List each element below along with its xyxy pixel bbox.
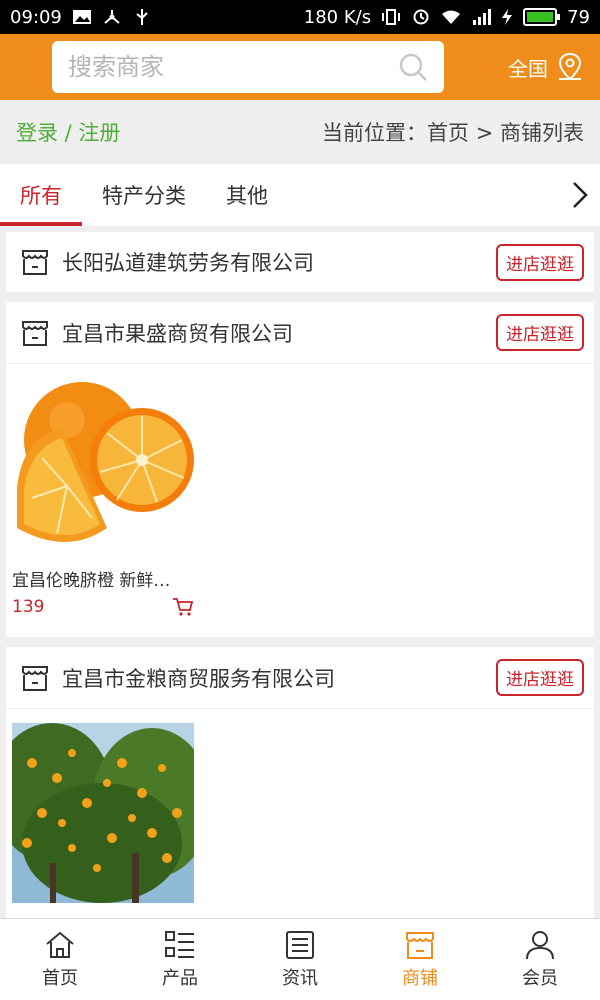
store-header: 宜昌市果盛商贸有限公司 进店逛逛 bbox=[6, 302, 594, 364]
news-icon bbox=[286, 930, 314, 959]
chevron-right-icon bbox=[573, 182, 588, 208]
visit-store-button[interactable]: 进店逛逛 bbox=[496, 659, 584, 696]
store-icon bbox=[406, 931, 434, 959]
search-box[interactable] bbox=[52, 41, 444, 93]
store-header: 长阳弘道建筑劳务有限公司 进店逛逛 bbox=[6, 232, 594, 292]
nav-products-label: 产品 bbox=[162, 967, 198, 989]
product-name[interactable]: 宜昌伦晚脐橙 新鲜… bbox=[12, 566, 194, 591]
visit-store-button[interactable]: 进店逛逛 bbox=[496, 314, 584, 351]
alarm-icon bbox=[413, 9, 429, 25]
nav-member[interactable]: 会员 bbox=[480, 919, 600, 1000]
charging-icon bbox=[502, 9, 513, 25]
store-list: 长阳弘道建筑劳务有限公司 进店逛逛 宜昌市果盛商贸有限公司 进店逛逛 宜昌伦晚脐… bbox=[6, 232, 594, 933]
product-list: 宜昌伦晚脐橙 新鲜… 139 bbox=[6, 364, 594, 637]
tabs-next-button[interactable] bbox=[560, 180, 600, 210]
breadcrumb-row: 登录 / 注册 当前位置：首页 > 商铺列表 bbox=[0, 100, 600, 164]
signal-icon bbox=[473, 9, 492, 25]
search-input[interactable] bbox=[68, 53, 368, 81]
product-image-orange[interactable] bbox=[12, 378, 194, 558]
list-icon bbox=[165, 930, 194, 958]
store-card: 长阳弘道建筑劳务有限公司 进店逛逛 bbox=[6, 232, 594, 292]
clock: 09:09 bbox=[10, 6, 62, 28]
store-header: 宜昌市金粮商贸服务有限公司 进店逛逛 bbox=[6, 647, 594, 709]
product-card[interactable]: 宜昌伦晚脐橙 新鲜… 139 bbox=[12, 378, 194, 617]
product-footer: 139 bbox=[12, 597, 194, 617]
store-icon bbox=[22, 250, 48, 275]
tab-other[interactable]: 其他 bbox=[206, 164, 288, 226]
search-icon[interactable] bbox=[398, 52, 428, 82]
store-card: 宜昌市金粮商贸服务有限公司 进店逛逛 bbox=[6, 647, 594, 923]
login-register-link[interactable]: 登录 / 注册 bbox=[16, 117, 120, 147]
store-icon bbox=[22, 320, 48, 346]
breadcrumb: 当前位置：首页 > 商铺列表 bbox=[322, 121, 584, 145]
bottom-nav: 首页 产品 资讯 商铺 会员 bbox=[0, 918, 600, 1000]
product-image-orange-tree[interactable] bbox=[12, 723, 194, 903]
tab-all[interactable]: 所有 bbox=[0, 164, 82, 226]
product-list bbox=[6, 709, 594, 923]
store-icon bbox=[22, 665, 48, 691]
battery-icon bbox=[523, 8, 561, 26]
header-bar: 全国 bbox=[0, 34, 600, 100]
nav-home-label: 首页 bbox=[42, 967, 78, 989]
image-notification-icon bbox=[72, 10, 91, 24]
location-pin-icon bbox=[558, 52, 582, 81]
nav-news[interactable]: 资讯 bbox=[240, 919, 360, 1000]
share-notification-icon bbox=[104, 10, 120, 24]
home-icon bbox=[46, 931, 74, 958]
tab-specialty-categories[interactable]: 特产分类 bbox=[82, 164, 206, 226]
store-name[interactable]: 宜昌市果盛商贸有限公司 bbox=[62, 318, 496, 348]
store-name[interactable]: 长阳弘道建筑劳务有限公司 bbox=[62, 247, 496, 277]
network-speed: 180 K/s bbox=[303, 6, 372, 28]
nav-products[interactable]: 产品 bbox=[120, 919, 240, 1000]
vibrate-icon bbox=[382, 9, 401, 25]
battery-level: 79 bbox=[567, 6, 590, 28]
nav-stores-label: 商铺 bbox=[402, 967, 438, 989]
wifi-icon bbox=[442, 10, 461, 24]
usb-icon bbox=[136, 9, 148, 25]
category-tabs: 所有 特产分类 其他 bbox=[0, 164, 600, 226]
store-card: 宜昌市果盛商贸有限公司 进店逛逛 宜昌伦晚脐橙 新鲜… 139 bbox=[6, 302, 594, 637]
nav-member-label: 会员 bbox=[522, 967, 558, 989]
region-selector[interactable]: 全国 bbox=[508, 52, 584, 82]
user-icon bbox=[526, 930, 554, 959]
product-price: 139 bbox=[12, 597, 45, 617]
region-label: 全国 bbox=[508, 56, 548, 81]
product-card[interactable] bbox=[12, 723, 194, 903]
status-bar: 09:09 180 K/s 79 bbox=[0, 0, 600, 34]
visit-store-button[interactable]: 进店逛逛 bbox=[496, 243, 584, 281]
nav-news-label: 资讯 bbox=[282, 967, 318, 989]
nav-home[interactable]: 首页 bbox=[0, 919, 120, 1000]
cart-icon[interactable] bbox=[172, 597, 194, 617]
nav-stores[interactable]: 商铺 bbox=[360, 919, 480, 1000]
store-name[interactable]: 宜昌市金粮商贸服务有限公司 bbox=[62, 663, 496, 693]
